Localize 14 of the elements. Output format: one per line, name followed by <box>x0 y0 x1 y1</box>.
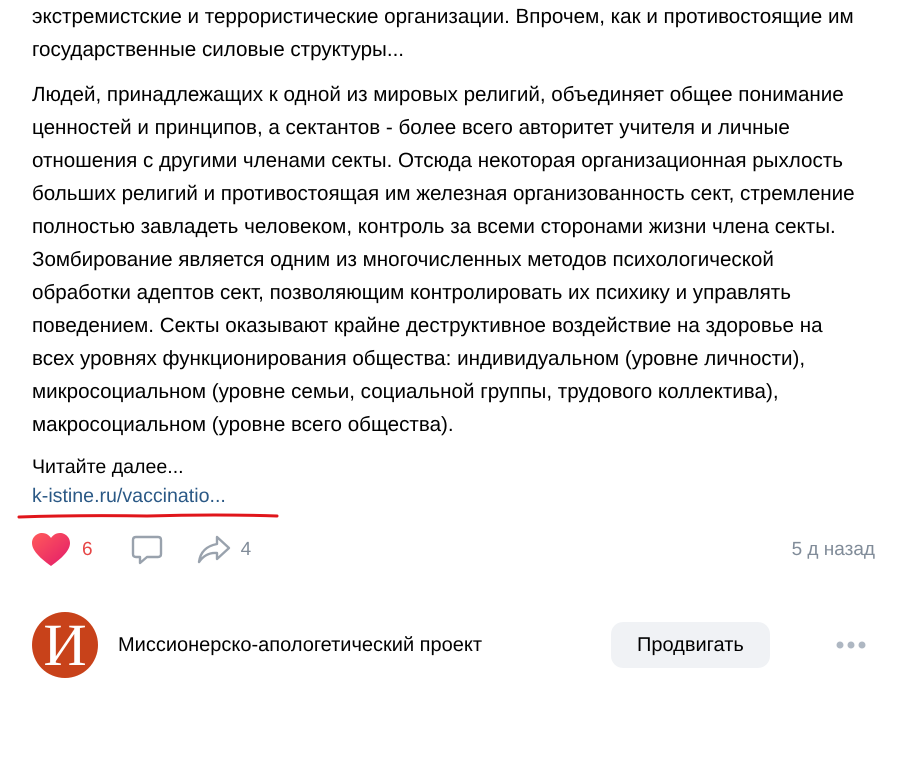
post-time: 5 д назад <box>792 539 875 561</box>
post-paragraph: экстремистские и террористические организации. Впрочем, как и противостоящие им государственные силовые структуры... <box>32 4 855 63</box>
group-name[interactable]: Миссионерско-апологетический проект <box>118 634 554 656</box>
read-more-text: Читайте далее... <box>32 455 185 480</box>
like-count: 6 <box>82 539 93 561</box>
post-paragraph: Людей, принадлежащих к одной из мировых религий, объединяет общее понимание ценностей и принципов, а сектантов - более всего авторитет учителя и личные отношения с другими членами секты. Отсюда некоторая организационная рыхлость больших религий и противостоящая им железная организованность сект, стремление полностью завладеть человеком, контроль за всеми сторонами жизни члена секты. Зомбирование является одним из многочисленных методов психологической обработки адептов сект, позволяющим контролировать их психику и управлять поведением. Секты оказывают крайне деструктивное воздействие на здоровье на всех уровнях функционирования общества: индивидуальном (уровне личности), микросоциальном (уровне семьи, социальной группы, трудового коллектива), макросоциальном (уровне всего общества). <box>32 82 856 438</box>
promote-button[interactable]: Продвигать <box>611 622 770 668</box>
comment-icon[interactable] <box>130 534 163 566</box>
repost-count: 4 <box>240 539 252 561</box>
group-logo[interactable]: И <box>32 612 98 678</box>
post-link[interactable]: k-istine.ru/vaccinatio... <box>32 485 226 507</box>
more-icon[interactable] <box>836 641 866 649</box>
heart-icon[interactable] <box>32 533 70 567</box>
share-icon[interactable] <box>196 535 231 565</box>
